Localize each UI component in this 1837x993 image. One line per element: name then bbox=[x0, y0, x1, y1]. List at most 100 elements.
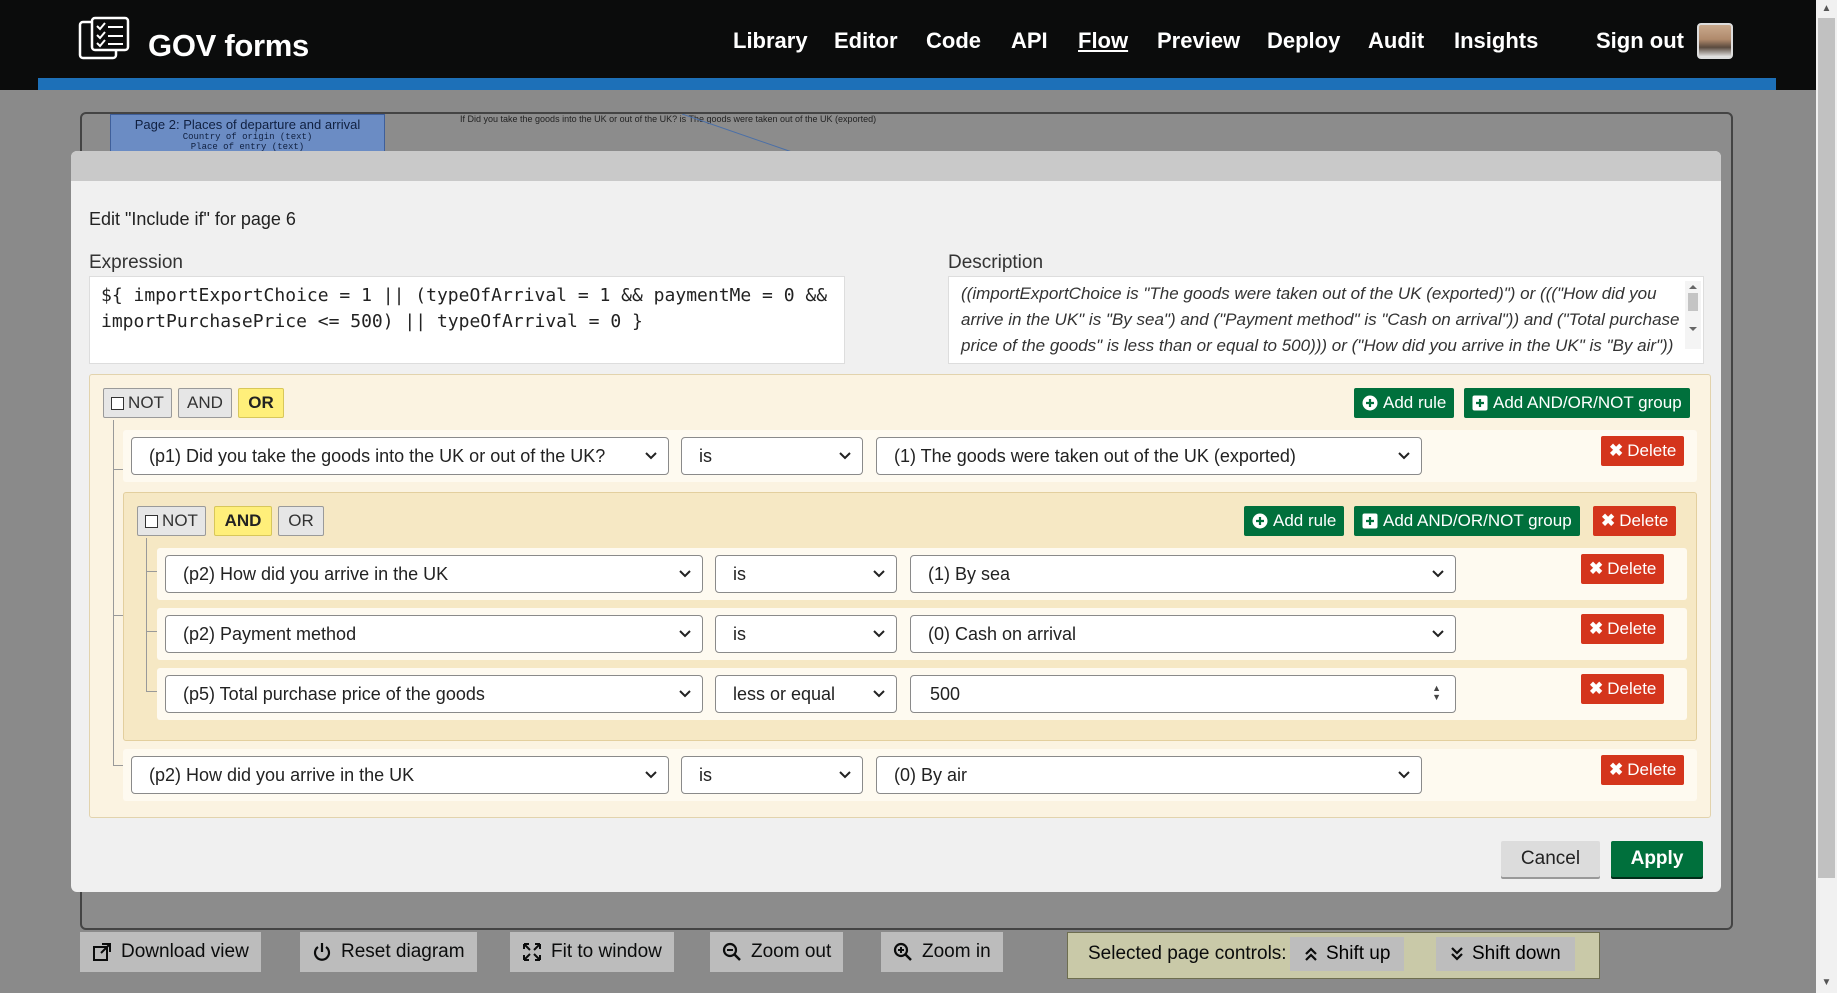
checklist-logo-icon bbox=[78, 16, 132, 60]
rule-1-delete-button[interactable]: ✖ Delete bbox=[1601, 436, 1685, 466]
rule-5-value-select[interactable]: (0) By air bbox=[876, 756, 1422, 794]
description-label: Description bbox=[948, 252, 1044, 273]
rule-2-value-select[interactable]: (1) By sea bbox=[910, 555, 1456, 593]
nav-editor[interactable]: Editor bbox=[834, 28, 898, 54]
page-scrollbar[interactable]: ▲ ▼ bbox=[1816, 0, 1837, 993]
outer-add-rule-button[interactable]: Add rule bbox=[1354, 388, 1455, 418]
inner-tree-branch bbox=[146, 631, 157, 632]
selected-page-controls: Selected page controls: Shift up Shift d… bbox=[1067, 932, 1600, 979]
rule-1-value-value: (1) The goods were taken out of the UK (… bbox=[894, 445, 1296, 466]
delete-label: Delete bbox=[1607, 559, 1657, 578]
rule-2-delete-button[interactable]: ✖ Delete bbox=[1581, 554, 1665, 584]
apply-button[interactable]: Apply bbox=[1611, 841, 1703, 877]
expression-textarea[interactable]: ${ importExportChoice = 1 || (typeOfArri… bbox=[89, 276, 845, 364]
external-link-icon bbox=[93, 943, 111, 961]
rule-5-operator-select[interactable]: is bbox=[681, 756, 863, 794]
brand-name[interactable]: GOV forms bbox=[148, 28, 309, 64]
inner-or-toggle[interactable]: OR bbox=[278, 506, 324, 536]
rule-4-value-input[interactable]: 500 ▲ ▼ bbox=[910, 675, 1456, 713]
chevron-down-icon bbox=[839, 452, 851, 460]
delete-label: Delete bbox=[1619, 511, 1669, 530]
zoom-out-button[interactable]: Zoom out bbox=[710, 932, 844, 972]
nav-library[interactable]: Library bbox=[733, 28, 808, 54]
expand-arrows-icon bbox=[523, 943, 541, 961]
rule-3-field-select[interactable]: (p2) Payment method bbox=[165, 615, 703, 653]
shift-up-button[interactable]: Shift up bbox=[1290, 937, 1405, 971]
not-toggle-label: NOT bbox=[128, 393, 164, 412]
nav-audit[interactable]: Audit bbox=[1368, 28, 1424, 54]
description-scrollbar[interactable] bbox=[1685, 281, 1701, 349]
rule-1-operator-select[interactable]: is bbox=[681, 437, 863, 475]
plus-square-icon bbox=[1362, 513, 1378, 529]
outer-not-toggle[interactable]: NOT bbox=[103, 388, 172, 418]
reset-diagram-button[interactable]: Reset diagram bbox=[300, 932, 477, 972]
download-view-label: Download view bbox=[121, 941, 249, 962]
outer-or-toggle[interactable]: OR bbox=[238, 388, 284, 418]
description-field[interactable]: ((importExportChoice is "The goods were … bbox=[948, 276, 1704, 364]
rule-row-5: (p2) How did you arrive in the UK is (0)… bbox=[123, 749, 1697, 801]
modal-title: Edit "Include if" for page 6 bbox=[89, 209, 296, 229]
zoom-in-label: Zoom in bbox=[922, 941, 991, 962]
scroll-down-arrow-icon[interactable]: ▼ bbox=[1820, 978, 1833, 988]
nav-preview[interactable]: Preview bbox=[1157, 28, 1240, 54]
rule-5-field-value: (p2) How did you arrive in the UK bbox=[149, 764, 415, 785]
inner-group-delete-button[interactable]: ✖ Delete bbox=[1593, 506, 1677, 536]
fit-to-window-button[interactable]: Fit to window bbox=[510, 932, 674, 972]
user-avatar[interactable] bbox=[1697, 23, 1733, 59]
add-rule-label: Add rule bbox=[1273, 511, 1337, 530]
inner-add-rule-button[interactable]: Add rule bbox=[1244, 506, 1345, 536]
zoom-in-button[interactable]: Zoom in bbox=[881, 932, 1003, 972]
scrollbar-thumb[interactable] bbox=[1818, 18, 1835, 878]
inner-not-toggle[interactable]: NOT bbox=[137, 506, 206, 536]
shift-down-label: Shift down bbox=[1472, 943, 1561, 964]
number-spinner-icon[interactable]: ▲ ▼ bbox=[1432, 684, 1441, 702]
rule-3-operator-select[interactable]: is bbox=[715, 615, 897, 653]
shift-down-button[interactable]: Shift down bbox=[1436, 937, 1575, 971]
inner-and-toggle[interactable]: AND bbox=[214, 506, 272, 536]
zoom-in-icon bbox=[893, 942, 912, 961]
download-view-button[interactable]: Download view bbox=[80, 932, 261, 972]
diagram-page-node[interactable]: Page 2: Places of departure and arrival … bbox=[110, 114, 385, 152]
rule-5-delete-button[interactable]: ✖ Delete bbox=[1601, 755, 1685, 785]
rule-5-field-select[interactable]: (p2) How did you arrive in the UK bbox=[131, 756, 669, 794]
outer-add-group-button[interactable]: Add AND/OR/NOT group bbox=[1464, 388, 1690, 418]
rule-2-field-value: (p2) How did you arrive in the UK bbox=[183, 563, 449, 584]
chevron-down-icon bbox=[873, 630, 885, 638]
diagram-node-field: Country of origin (text) bbox=[182, 132, 313, 142]
nav-deploy[interactable]: Deploy bbox=[1267, 28, 1340, 54]
nav-api[interactable]: API bbox=[1011, 28, 1048, 54]
rule-row-3: (p2) Payment method is (0) Cash on arriv… bbox=[157, 608, 1687, 660]
rule-4-field-select[interactable]: (p5) Total purchase price of the goods bbox=[165, 675, 703, 713]
rule-2-operator-select[interactable]: is bbox=[715, 555, 897, 593]
inner-add-group-button[interactable]: Add AND/OR/NOT group bbox=[1354, 506, 1580, 536]
add-group-label: Add AND/OR/NOT group bbox=[1493, 393, 1682, 412]
rule-4-operator-select[interactable]: less or equal bbox=[715, 675, 897, 713]
description-text: ((importExportChoice is "The goods were … bbox=[961, 284, 1680, 355]
chevron-down-icon bbox=[1432, 630, 1444, 638]
rule-3-delete-button[interactable]: ✖ Delete bbox=[1581, 614, 1665, 644]
rule-3-value-select[interactable]: (0) Cash on arrival bbox=[910, 615, 1456, 653]
rule-4-delete-button[interactable]: ✖ Delete bbox=[1581, 674, 1665, 704]
rule-5-value-value: (0) By air bbox=[894, 764, 968, 785]
inner-tree-branch bbox=[146, 691, 157, 692]
cancel-button[interactable]: Cancel bbox=[1501, 841, 1600, 877]
rule-4-operator-value: less or equal bbox=[733, 683, 836, 704]
rule-1-value-select[interactable]: (1) The goods were taken out of the UK (… bbox=[876, 437, 1422, 475]
diagram-edge-label: If Did you take the goods into the UK or… bbox=[460, 114, 877, 124]
nav-insights[interactable]: Insights bbox=[1454, 28, 1538, 54]
shift-up-label: Shift up bbox=[1326, 943, 1391, 964]
nav-flow[interactable]: Flow bbox=[1078, 28, 1128, 54]
outer-and-toggle[interactable]: AND bbox=[178, 388, 232, 418]
rule-1-field-select[interactable]: (p1) Did you take the goods into the UK … bbox=[131, 437, 669, 475]
rule-2-field-select[interactable]: (p2) How did you arrive in the UK bbox=[165, 555, 703, 593]
delete-label: Delete bbox=[1607, 679, 1657, 698]
add-group-label: Add AND/OR/NOT group bbox=[1383, 511, 1572, 530]
nav-sign-out[interactable]: Sign out bbox=[1596, 28, 1684, 54]
close-icon: ✖ bbox=[1589, 679, 1604, 698]
rule-3-value-value: (0) Cash on arrival bbox=[928, 623, 1077, 644]
scroll-up-arrow-icon[interactable]: ▲ bbox=[1820, 4, 1833, 14]
nav-code[interactable]: Code bbox=[926, 28, 981, 54]
site-header: GOV forms Library Editor Code API Flow P… bbox=[0, 0, 1816, 90]
chevron-down-icon bbox=[645, 452, 657, 460]
inner-tree-line bbox=[146, 538, 147, 691]
